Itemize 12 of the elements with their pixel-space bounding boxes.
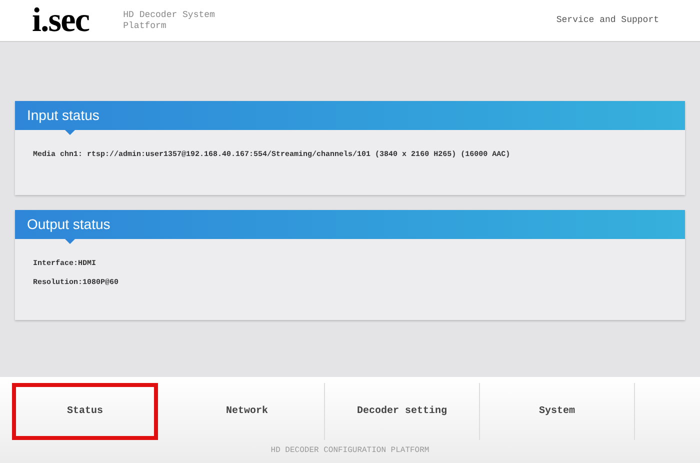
panel-title: Output status — [27, 215, 110, 234]
pointer-icon — [65, 239, 75, 244]
footer-text: HD DECODER CONFIGURATION PLATFORM — [270, 445, 430, 457]
nav-tab[interactable]: System — [480, 383, 635, 440]
panel-title: Input status — [27, 106, 100, 125]
nav-tab[interactable]: Network — [170, 383, 325, 440]
pointer-icon — [65, 130, 75, 135]
service-link[interactable]: Service and Support — [556, 14, 659, 28]
nav-tab[interactable]: Decoder setting — [325, 383, 480, 440]
nav-tab[interactable]: Status — [12, 383, 158, 440]
logo: i.sec — [32, 4, 90, 38]
platform-subtitle: HD Decoder System Platform — [123, 10, 216, 32]
